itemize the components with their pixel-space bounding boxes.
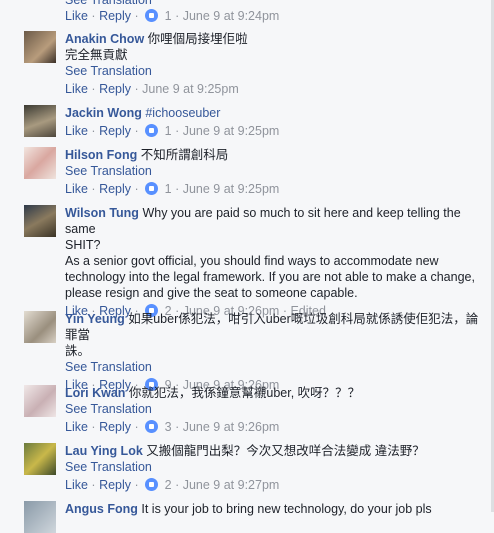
timestamp[interactable]: June 9 at 9:26pm (183, 420, 280, 434)
comment-text: 你哩個局接埋佢啦 (147, 32, 248, 46)
reply-link[interactable]: Reply (99, 9, 131, 23)
comments-panel: See Translation Like · Reply · 1 · June … (0, 0, 494, 533)
reply-link[interactable]: Reply (99, 478, 131, 492)
timestamp[interactable]: June 9 at 9:27pm (183, 478, 280, 492)
reaction-count[interactable]: 1 (165, 182, 172, 196)
reaction-count[interactable]: 1 (165, 9, 172, 23)
comment-text: please resign and give the seat to someo… (65, 286, 358, 300)
reply-link[interactable]: Reply (99, 182, 131, 196)
avatar[interactable] (24, 501, 56, 533)
commenter-name[interactable]: Wilson Tung (65, 206, 139, 220)
commenter-name[interactable]: Lori Kwan (65, 386, 125, 400)
commenter-name[interactable]: Yin Yeung (65, 312, 125, 326)
like-link[interactable]: Like (65, 182, 88, 196)
comment-text: 你就犯法，我係鐘意幫襯uber, 吹呀？？？ (128, 386, 361, 400)
comment-text: SHIT? (65, 238, 101, 252)
like-link[interactable]: Like (65, 124, 88, 138)
avatar[interactable] (24, 105, 56, 137)
timestamp[interactable]: June 9 at 9:25pm (142, 82, 239, 96)
like-reaction-icon (145, 478, 159, 491)
timestamp[interactable]: June 9 at 9:24pm (183, 9, 280, 23)
commenter-name[interactable]: Lau Ying Lok (65, 444, 143, 458)
see-translation-link[interactable]: See Translation (65, 359, 485, 375)
see-translation-link[interactable]: See Translation (65, 63, 485, 79)
comment-text: 不知所謂創科局 (140, 148, 229, 162)
timestamp[interactable]: June 9 at 9:25pm (183, 182, 280, 196)
like-reaction-icon (145, 9, 159, 22)
like-link[interactable]: Like (65, 478, 88, 492)
see-translation-link[interactable]: See Translation (65, 0, 485, 8)
reply-link[interactable]: Reply (99, 420, 131, 434)
commenter-name[interactable]: Hilson Fong (65, 148, 137, 162)
reaction-count[interactable]: 3 (165, 420, 172, 434)
see-translation-link[interactable]: See Translation (65, 401, 485, 417)
comment-text: 誅。 (65, 344, 91, 358)
comment-meta: Like · Reply · June 9 at 9:25pm (65, 82, 239, 96)
comment-text: It is your job to bring new technology, … (141, 502, 432, 516)
reaction-count[interactable]: 1 (165, 124, 172, 138)
see-translation-link[interactable]: See Translation (65, 459, 485, 475)
comment-text: 如果uber係犯法，咁引入uber嘅垃圾創科局就係誘使佢犯法，論罪當 (65, 312, 479, 342)
avatar[interactable] (24, 385, 56, 417)
comment-text: 完全無貢獻 (65, 48, 128, 62)
avatar[interactable] (24, 31, 56, 63)
see-translation-link[interactable]: See Translation (65, 163, 485, 179)
timestamp[interactable]: June 9 at 9:25pm (183, 124, 280, 138)
avatar[interactable] (24, 147, 56, 179)
comment-meta: Like · Reply · 1 · June 9 at 9:25pm (65, 124, 280, 138)
like-reaction-icon (145, 182, 159, 195)
comment-meta: Like · Reply · 1 · June 9 at 9:24pm (65, 9, 280, 23)
reaction-count[interactable]: 2 (165, 478, 172, 492)
reply-link[interactable]: Reply (99, 124, 131, 138)
like-reaction-icon (145, 420, 159, 433)
avatar[interactable] (24, 205, 56, 237)
like-link[interactable]: Like (65, 420, 88, 434)
commenter-name[interactable]: Anakin Chow (65, 32, 144, 46)
comment-meta: Like · Reply · 2 · June 9 at 9:27pm (65, 478, 280, 492)
hashtag-link[interactable]: #ichooseuber (145, 106, 220, 120)
comment-meta: Like · Reply · 3 · June 9 at 9:26pm (65, 420, 280, 434)
avatar[interactable] (24, 311, 56, 343)
commenter-name[interactable]: Jackin Wong (65, 106, 142, 120)
comment-text: As a senior govt official, you should fi… (65, 254, 439, 268)
comment-meta: Like · Reply · 1 · June 9 at 9:25pm (65, 182, 280, 196)
like-link[interactable]: Like (65, 82, 88, 96)
like-link[interactable]: Like (65, 9, 88, 23)
commenter-name[interactable]: Angus Fong (65, 502, 138, 516)
reply-link[interactable]: Reply (99, 82, 131, 96)
comment-text: technology into the legal framework. If … (65, 270, 475, 284)
avatar[interactable] (24, 443, 56, 475)
comment-text: 又搬個龍門出梨？今次又想改咩合法變成 違法野？ (146, 444, 425, 458)
like-reaction-icon (145, 124, 159, 137)
